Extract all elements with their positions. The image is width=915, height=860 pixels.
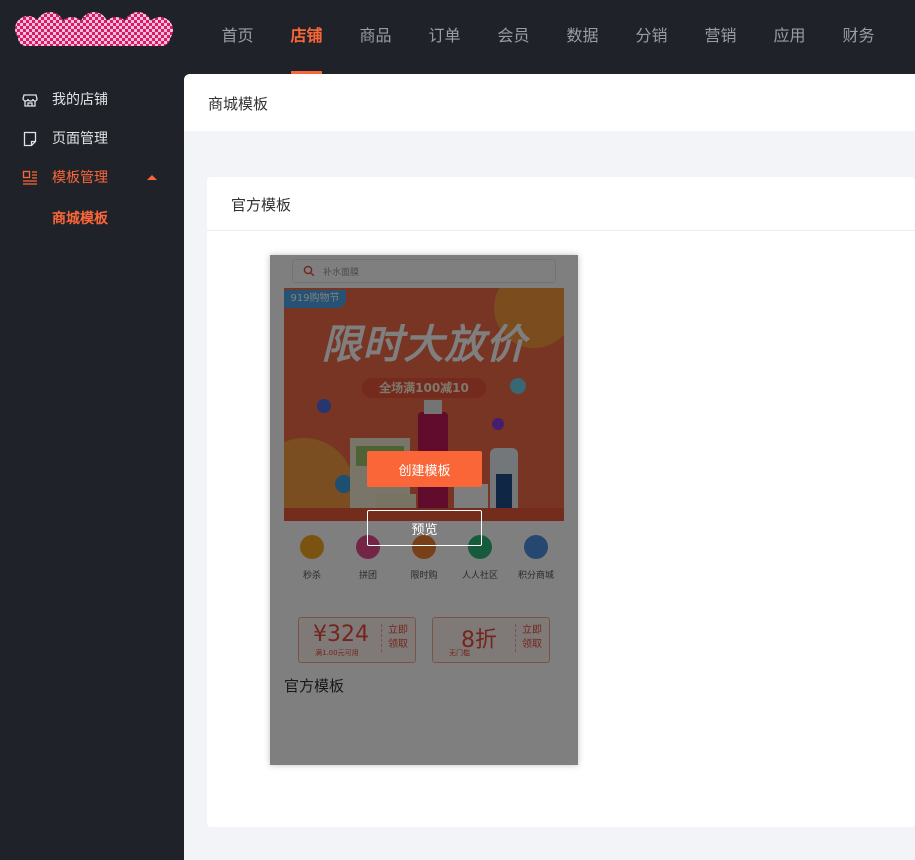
nav-finance[interactable]: 财务 [824, 0, 893, 74]
sidebar: 我的店铺 页面管理 模板管理 商城模板 [0, 74, 184, 860]
sidebar-item-label: 我的店铺 [52, 92, 108, 108]
nav-goods[interactable]: 商品 [341, 0, 410, 74]
nav-apps[interactable]: 应用 [755, 0, 824, 74]
nav-store[interactable]: 店铺 [272, 0, 341, 74]
nav-home[interactable]: 首页 [203, 0, 272, 74]
sidebar-item-label: 页面管理 [52, 131, 108, 147]
nav-members[interactable]: 会员 [479, 0, 548, 74]
sidebar-item-page-management[interactable]: 页面管理 [0, 119, 184, 159]
page-title: 商城模板 [208, 95, 269, 113]
create-template-button[interactable]: 创建模板 [367, 451, 482, 487]
page-header: 商城模板 [184, 74, 915, 131]
template-icon [22, 170, 37, 185]
panel-title: 官方模板 [231, 196, 292, 214]
panel-header: 官方模板 [207, 177, 915, 231]
template-card[interactable]: 补水面膜 [270, 255, 578, 765]
main-nav: 首页 店铺 商品 订单 会员 数据 分销 营销 应用 财务 [203, 0, 893, 74]
nav-orders[interactable]: 订单 [410, 0, 479, 74]
page-icon [23, 131, 37, 147]
nav-distribution[interactable]: 分销 [617, 0, 686, 74]
brand-logo-icon[interactable] [14, 8, 174, 50]
top-bar: 首页 店铺 商品 订单 会员 数据 分销 营销 应用 财务 [0, 0, 915, 74]
caret-up-icon[interactable] [147, 175, 157, 180]
bottom-divider [184, 850, 915, 860]
nav-data[interactable]: 数据 [548, 0, 617, 74]
nav-marketing[interactable]: 营销 [686, 0, 755, 74]
sidebar-item-label: 模板管理 [52, 170, 108, 186]
store-icon [22, 94, 38, 107]
sidebar-item-my-store[interactable]: 我的店铺 [0, 80, 184, 120]
official-template-panel: 官方模板 补水面膜 [207, 177, 915, 827]
sidebar-subitem-mall-template[interactable]: 商城模板 [52, 208, 108, 228]
preview-button[interactable]: 预览 [367, 510, 482, 546]
main-content: 商城模板 官方模板 补水面膜 [184, 74, 915, 860]
sidebar-item-template-management[interactable]: 模板管理 [0, 158, 184, 198]
